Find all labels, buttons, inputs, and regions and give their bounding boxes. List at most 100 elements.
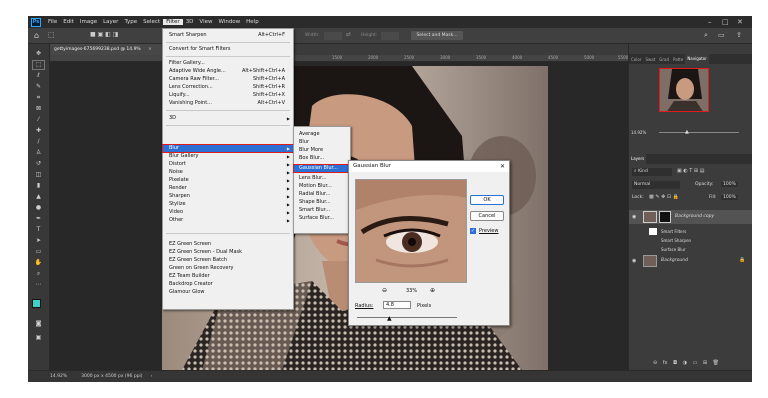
search-icon[interactable]: ⌕ <box>704 31 708 40</box>
selection-mode-icons[interactable]: ■ ▣ ◧ ◨ <box>90 31 118 38</box>
healing-tool-icon[interactable]: ✚ <box>33 127 44 135</box>
menu-item-box-blur[interactable]: Box Blur... <box>294 155 350 162</box>
marquee-options-icon[interactable]: ⬚ <box>48 31 55 39</box>
menu-item-smart-sharpen[interactable]: Smart Sharpen Alt+Ctrl+F <box>163 32 293 39</box>
home-icon[interactable]: ⌂ <box>34 31 39 40</box>
menu-item-vanishing-point[interactable]: Vanishing Point... Alt+Ctrl+V <box>163 100 293 107</box>
menu-item-smart-blur[interactable]: Smart Blur... <box>294 207 350 214</box>
menu-item-blur[interactable]: Blur <box>294 139 350 146</box>
opacity-value[interactable]: 100% <box>721 182 738 187</box>
gradient-tool-icon[interactable]: ▮ <box>33 182 44 190</box>
close-icon[interactable]: ✕ <box>500 161 505 172</box>
tab-gradients[interactable]: Grad <box>657 57 671 62</box>
menu-item-blur-more[interactable]: Blur More <box>294 147 350 154</box>
status-arrow-icon[interactable]: › <box>151 374 153 379</box>
menu-item-liquify[interactable]: Liquify... Shift+Ctrl+X <box>163 92 293 99</box>
shape-tool-icon[interactable]: ▭ <box>33 248 44 256</box>
menu-item-ez-green-screen[interactable]: EZ Green Screen <box>163 241 293 248</box>
swap-icon[interactable]: ⇄ <box>346 31 351 38</box>
move-tool-icon[interactable]: ✥ <box>33 50 44 58</box>
frame-tool-icon[interactable]: ⊠ <box>33 105 44 113</box>
blur-preview-window[interactable] <box>355 179 467 283</box>
close-tab-icon[interactable]: × <box>148 47 152 52</box>
navigator-thumbnail[interactable] <box>659 68 709 112</box>
preview-checkbox-row[interactable]: ✓ Preview <box>470 228 498 234</box>
tab-color[interactable]: Color <box>629 57 643 62</box>
radius-slider-thumb[interactable]: ▲ <box>387 315 392 322</box>
menu-item-blur[interactable]: Blur ▶ <box>162 144 294 153</box>
blend-mode-select[interactable]: Normal <box>632 181 680 189</box>
minimize-icon[interactable]: – <box>708 18 712 26</box>
menu-item-noise[interactable]: Noise ▶ <box>163 169 293 176</box>
history-brush-tool-icon[interactable]: ↺ <box>33 160 44 168</box>
workspace-icon[interactable]: ▭ <box>718 31 725 39</box>
lock-icons[interactable]: ▩ ✎ ✥ ⊡ 🔒 <box>649 194 679 200</box>
tab-layers[interactable]: Layers <box>629 154 647 164</box>
menu-item-glamour-glow[interactable]: Glamour Glow <box>163 289 293 296</box>
menu-item-stylize[interactable]: Stylize ▶ <box>163 201 293 208</box>
menu-item-gaussian-blur[interactable]: Gaussian Blur... <box>293 164 351 173</box>
menu-item-distort[interactable]: Distort ▶ <box>163 161 293 168</box>
menu-item-filter-gallery[interactable]: Filter Gallery... <box>163 60 293 67</box>
menu-item-green-on-green[interactable]: Green on Green Recovery <box>163 265 293 272</box>
menu-window[interactable]: Window <box>215 19 243 25</box>
lasso-tool-icon[interactable]: ℓ <box>33 72 44 80</box>
smart-filter-item[interactable]: Surface Blur <box>661 247 686 252</box>
ok-button[interactable]: OK <box>470 195 504 205</box>
menu-view[interactable]: View <box>196 19 215 25</box>
menu-file[interactable]: File <box>45 19 60 25</box>
menu-item-lens-blur[interactable]: Lens Blur... <box>294 175 350 182</box>
menu-item-render[interactable]: Render ▶ <box>163 185 293 192</box>
blur-tool-icon[interactable]: ▲ <box>33 193 44 201</box>
close-icon[interactable]: ✕ <box>737 18 743 26</box>
zoom-in-icon[interactable]: ⊕ <box>430 287 435 294</box>
tab-swatches[interactable]: Swat <box>643 57 657 62</box>
menu-item-adaptive-wide-angle[interactable]: Adaptive Wide Angle... Alt+Shift+Ctrl+A <box>163 68 293 75</box>
tab-patterns[interactable]: Patte <box>671 57 685 62</box>
menu-item-blur-gallery[interactable]: Blur Gallery ▶ <box>163 153 293 160</box>
menu-item-lens-correction[interactable]: Lens Correction... Shift+Ctrl+R <box>163 84 293 91</box>
menu-item-backdrop-creator[interactable]: Backdrop Creator <box>163 281 293 288</box>
smart-filter-item[interactable]: Smart Sharpen <box>661 238 691 243</box>
eyedropper-tool-icon[interactable]: ⁄ <box>33 116 44 124</box>
cancel-button[interactable]: Cancel <box>470 211 504 221</box>
menu-item-motion-blur[interactable]: Motion Blur... <box>294 183 350 190</box>
navigator-zoom-slider[interactable] <box>659 132 739 133</box>
hand-tool-icon[interactable]: ✋ <box>33 259 44 267</box>
path-select-tool-icon[interactable]: ➤ <box>33 237 44 245</box>
more-tools-icon[interactable]: ⋯ <box>33 281 44 289</box>
tab-navigator[interactable]: Navigator <box>685 54 709 64</box>
menu-item-camera-raw[interactable]: Camera Raw Filter... Shift+Ctrl+A <box>163 76 293 83</box>
menu-type[interactable]: Type <box>121 19 140 25</box>
preview-checkbox[interactable]: ✓ <box>470 228 476 234</box>
menu-item-shape-blur[interactable]: Shape Blur... <box>294 199 350 206</box>
menu-layer[interactable]: Layer <box>100 19 121 25</box>
radius-input[interactable]: 4.8 <box>383 301 411 309</box>
fill-value[interactable]: 100% <box>721 195 738 200</box>
layers-footer-icons[interactable]: ⊖ fx ◘ ◑ ▭ ⊞ 🗑 <box>653 360 719 366</box>
layer-name[interactable]: Background <box>661 258 688 263</box>
menu-item-sharpen[interactable]: Sharpen ▶ <box>163 193 293 200</box>
layer-name[interactable]: Background copy <box>675 214 714 219</box>
share-icon[interactable]: ⇪ <box>736 31 742 39</box>
crop-tool-icon[interactable]: ⌗ <box>33 94 44 102</box>
zoom-status[interactable]: 14.92% <box>50 374 67 379</box>
radius-slider-track[interactable] <box>357 317 457 318</box>
quick-mask-icon[interactable]: ◙ <box>33 320 44 328</box>
brush-tool-icon[interactable]: ∕ <box>33 138 44 146</box>
menu-item-ez-team-builder[interactable]: EZ Team Builder <box>163 273 293 280</box>
menu-help[interactable]: Help <box>243 19 262 25</box>
menu-item-ez-green-screen-dual[interactable]: EZ Green Screen - Dual Mask <box>163 249 293 256</box>
screen-mode-icon[interactable]: ▣ <box>33 334 44 342</box>
menu-filter[interactable]: Filter <box>163 19 183 25</box>
layer-filter-icons[interactable]: ▣ ◐ T ⊞ ▤ <box>677 168 704 174</box>
width-input[interactable] <box>324 32 342 40</box>
navigator-zoom-thumb[interactable]: ▲ <box>685 129 689 135</box>
menu-item-surface-blur[interactable]: Surface Blur... <box>294 215 350 222</box>
menu-item-3d[interactable]: 3D ▶ <box>163 115 293 122</box>
menu-item-pixelate[interactable]: Pixelate ▶ <box>163 177 293 184</box>
menu-item-other[interactable]: Other ▶ <box>163 217 293 224</box>
dodge-tool-icon[interactable]: ● <box>33 204 44 212</box>
menu-select[interactable]: Select <box>140 19 163 25</box>
menu-edit[interactable]: Edit <box>60 19 77 25</box>
